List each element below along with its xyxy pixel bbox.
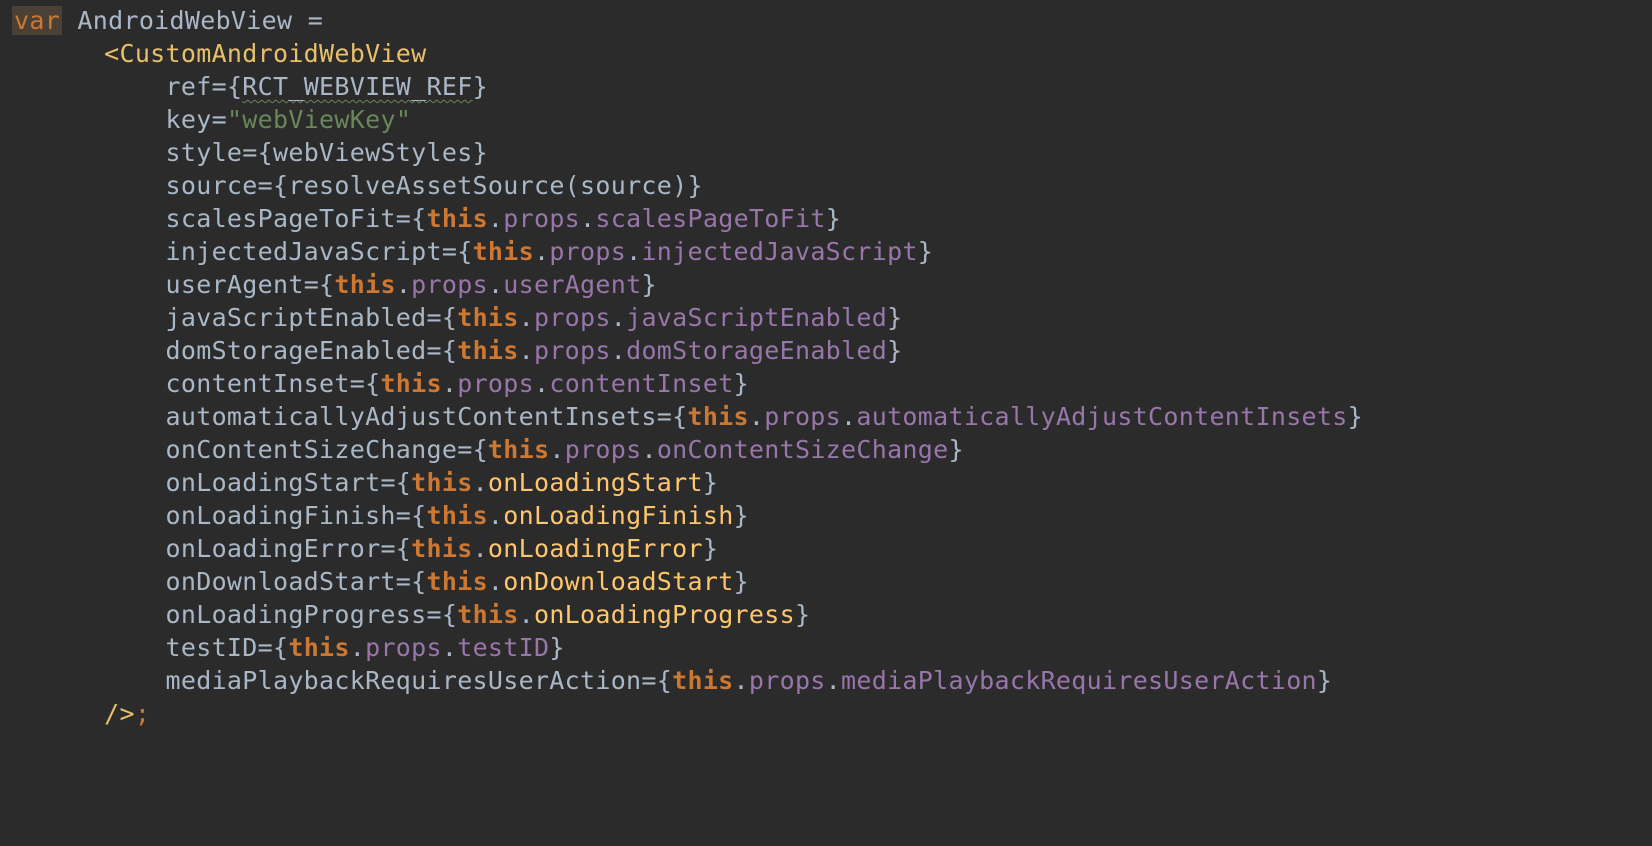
attr-ref: ref <box>166 72 212 101</box>
jsx-open-tag: <CustomAndroidWebView <box>104 39 426 68</box>
attr-onLoadingProgress: onLoadingProgress <box>166 600 427 629</box>
attr-testID: testID <box>166 633 258 662</box>
attr-scalesPageToFit: scalesPageToFit <box>166 204 396 233</box>
attr-style: style <box>166 138 243 167</box>
attr-onContentSizeChange: onContentSizeChange <box>166 435 458 464</box>
attr-javaScriptEnabled: javaScriptEnabled <box>166 303 427 332</box>
attr-userAgent: userAgent <box>166 270 304 299</box>
semicolon: ; <box>135 699 150 728</box>
keyword-var: var <box>12 6 62 35</box>
attr-automaticallyAdjustContentInsets: automaticallyAdjustContentInsets <box>166 402 657 431</box>
attr-contentInset: contentInset <box>166 369 350 398</box>
string-literal: "webViewKey" <box>227 105 411 134</box>
code-editor[interactable]: var AndroidWebView = <CustomAndroidWebVi… <box>0 0 1652 730</box>
jsx-self-close: /> <box>104 699 135 728</box>
attr-key: key <box>166 105 212 134</box>
attr-injectedJavaScript: injectedJavaScript <box>166 237 442 266</box>
attr-onLoadingError: onLoadingError <box>166 534 381 563</box>
attr-onLoadingStart: onLoadingStart <box>166 468 381 497</box>
attr-mediaPlaybackRequiresUserAction: mediaPlaybackRequiresUserAction <box>166 666 642 695</box>
attr-source: source <box>166 171 258 200</box>
attr-onDownloadStart: onDownloadStart <box>166 567 396 596</box>
ref-value: RCT_WEBVIEW_REF <box>242 72 472 101</box>
attr-onLoadingFinish: onLoadingFinish <box>166 501 396 530</box>
variable-name: AndroidWebView <box>77 6 292 35</box>
attr-domStorageEnabled: domStorageEnabled <box>166 336 427 365</box>
